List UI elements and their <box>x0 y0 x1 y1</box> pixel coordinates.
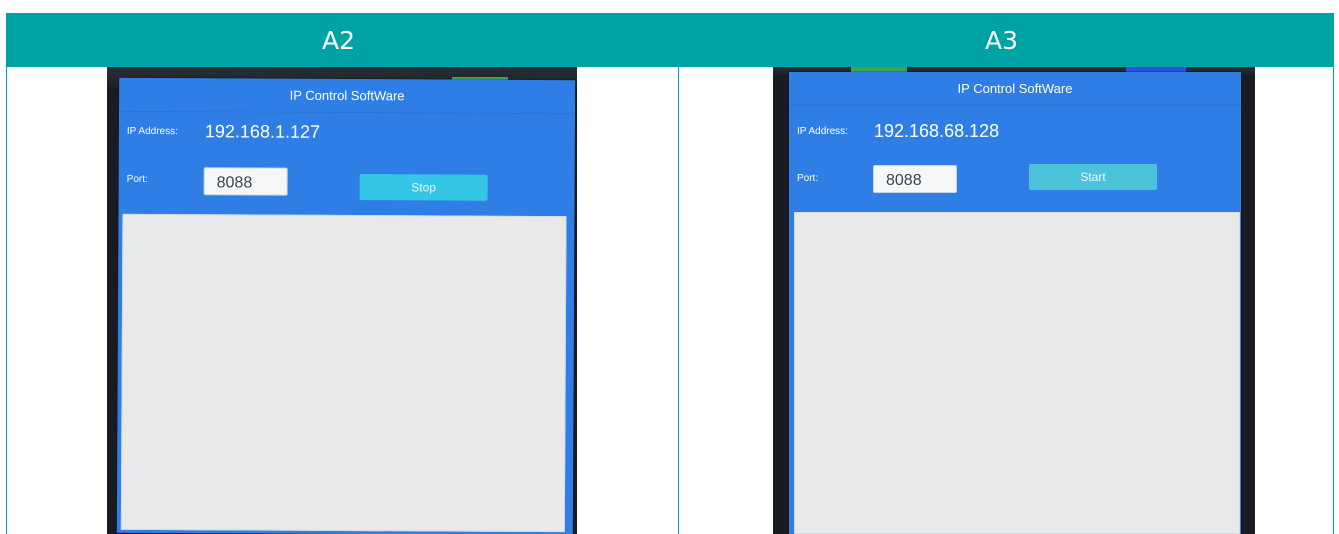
window-title: IP Control SoftWare <box>119 77 576 115</box>
ip-address-label: IP Address: <box>126 125 178 138</box>
window-title: IP Control SoftWare <box>789 72 1241 106</box>
app-window: IP Control SoftWare IP Address: 192.168.… <box>789 72 1241 534</box>
screen-photo-a3: IP Control SoftWare IP Address: 192.168.… <box>773 67 1255 534</box>
port-input[interactable] <box>203 167 288 196</box>
log-output-area <box>794 212 1240 534</box>
port-label: Port: <box>126 173 148 185</box>
ip-address-value: 192.168.68.128 <box>874 121 1000 141</box>
log-output-area <box>120 213 567 533</box>
column-header-a3: A3 <box>984 25 1018 55</box>
app-window: IP Control SoftWare IP Address: 192.168.… <box>116 77 576 534</box>
port-label: Port: <box>797 173 819 184</box>
start-button[interactable]: Start <box>1029 164 1157 190</box>
screen-photo-a2: IP Control SoftWare IP Address: 192.168.… <box>107 67 577 534</box>
table-header-row: A2 A3 <box>7 13 1333 67</box>
stop-button[interactable]: Stop <box>359 174 488 201</box>
ip-address-value: 192.168.1.127 <box>204 121 321 142</box>
column-divider <box>678 67 679 534</box>
ip-address-label: IP Address: <box>797 126 848 137</box>
port-input[interactable] <box>873 165 957 193</box>
column-header-a2: A2 <box>321 25 355 55</box>
